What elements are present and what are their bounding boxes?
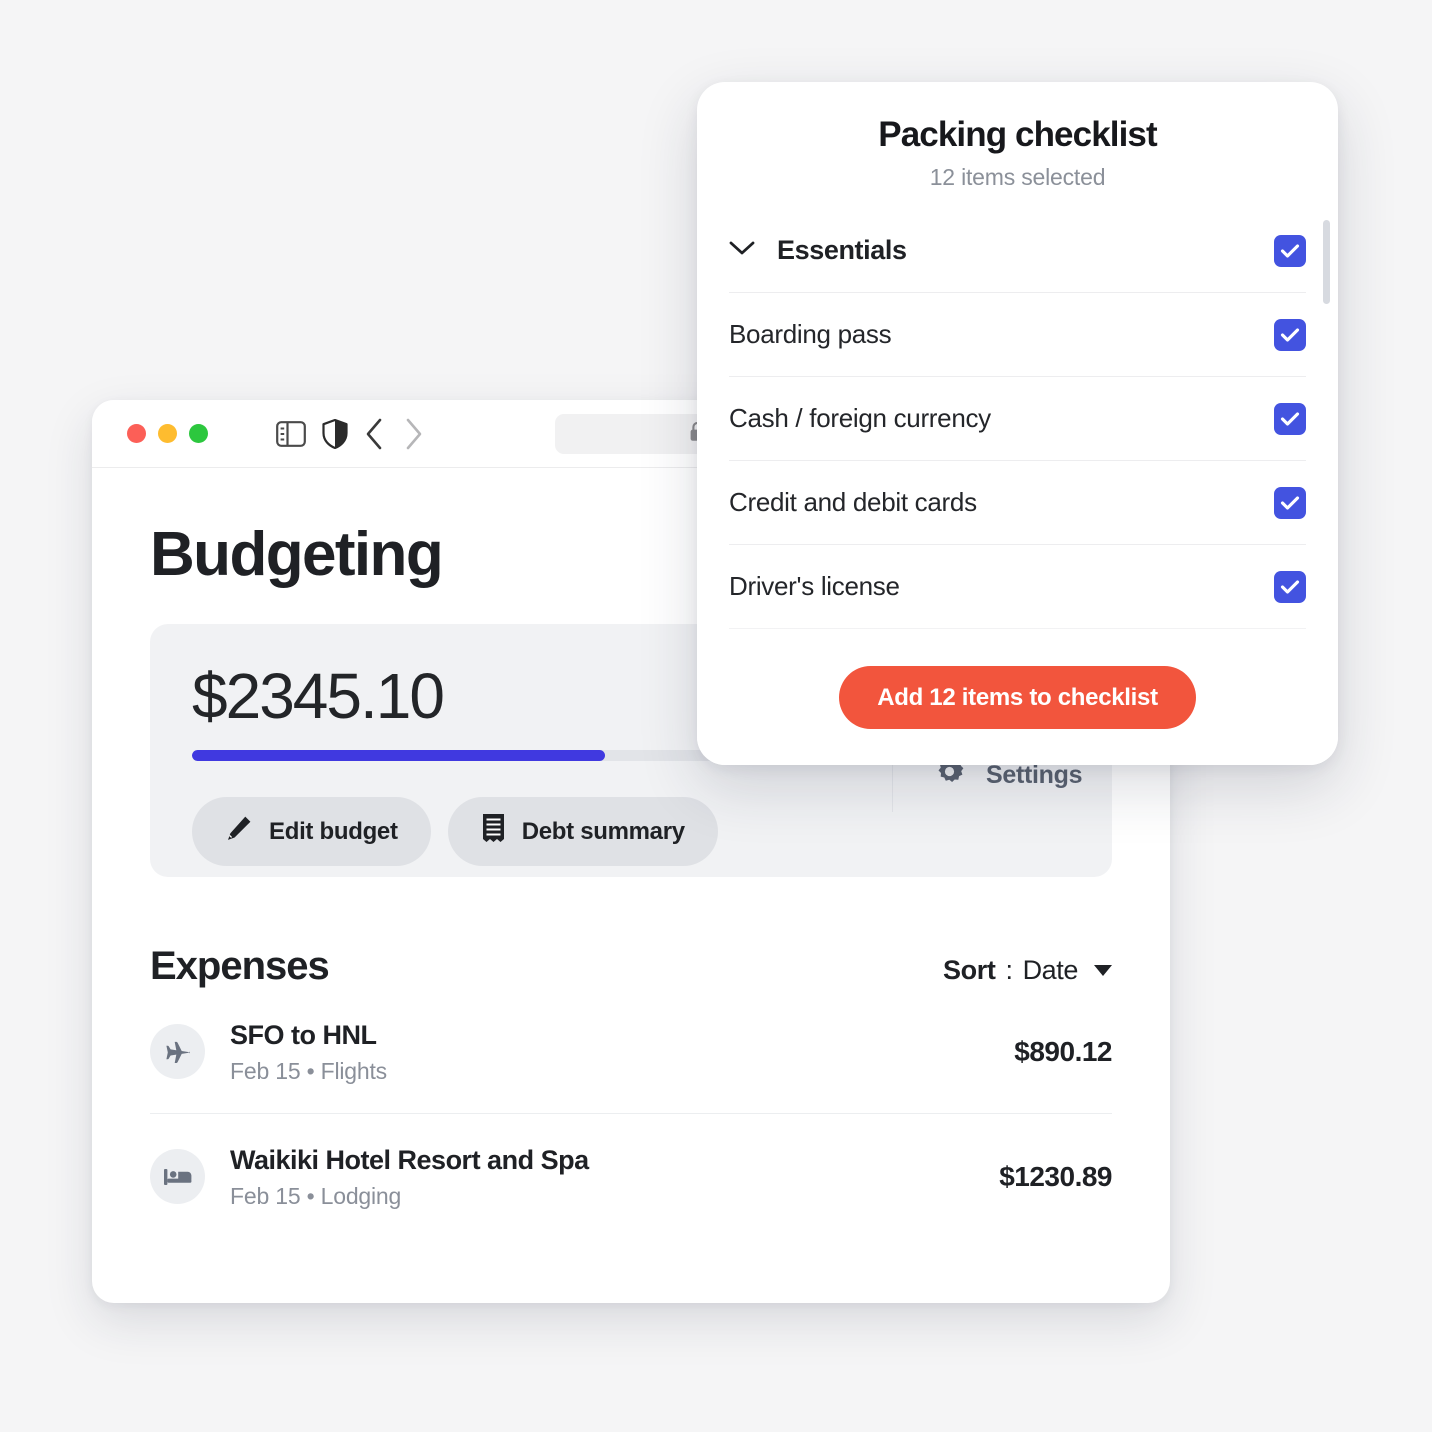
expense-name: SFO to HNL <box>230 1020 377 1050</box>
checklist-item-label: Cash / foreign currency <box>729 403 991 433</box>
checklist-item-label: Credit and debit cards <box>729 487 977 517</box>
bed-icon <box>150 1149 205 1205</box>
shield-icon[interactable] <box>322 418 348 449</box>
add-items-to-checklist-button[interactable]: Add 12 items to checklist <box>839 666 1196 729</box>
table-row[interactable]: SFO to HNL Feb 15 • Flights $890.12 <box>150 989 1112 1115</box>
modal-scrollbar[interactable] <box>1323 220 1330 760</box>
list-item[interactable]: Boarding pass <box>729 293 1306 377</box>
minimize-window-button[interactable] <box>158 424 177 443</box>
list-item[interactable]: Credit and debit cards <box>729 461 1306 545</box>
expense-name: Waikiki Hotel Resort and Spa <box>230 1145 589 1176</box>
expenses-list: SFO to HNL Feb 15 • Flights $890.12 Waik… <box>150 989 1112 1238</box>
budget-progress-fill <box>192 750 605 761</box>
receipt-icon <box>481 813 506 850</box>
checklist-group-left: Essentials <box>729 235 907 266</box>
table-row[interactable]: Waikiki Hotel Resort and Spa Feb 15 • Lo… <box>150 1114 1112 1238</box>
checklist-group-label: Essentials <box>777 235 907 265</box>
modal-title: Packing checklist <box>878 115 1157 154</box>
traffic-lights <box>127 424 208 443</box>
screen: wanderlog.co Budgeting $2345.10 Budget: <box>0 0 1432 1432</box>
expense-meta: Feb 15 • Lodging <box>230 1183 402 1210</box>
list-item[interactable]: Cash / foreign currency <box>729 377 1306 461</box>
back-arrow-icon[interactable] <box>364 417 386 451</box>
sort-label: Sort <box>943 955 996 985</box>
debt-summary-button[interactable]: Debt summary <box>447 797 718 866</box>
sort-dropdown[interactable]: Sort: Date <box>943 955 1112 986</box>
expense-amount: $1230.89 <box>999 1160 1112 1192</box>
checkbox-credit-and-debit-cards[interactable] <box>1274 486 1306 519</box>
chevron-down-icon[interactable] <box>729 240 755 261</box>
expense-details: SFO to HNL Feb 15 • Flights <box>230 1018 989 1085</box>
checklist-items-container: Essentials Boarding pass Cash / foreign <box>729 209 1306 664</box>
expenses-header: Expenses Sort: Date <box>150 944 1112 989</box>
expense-details: Waikiki Hotel Resort and Spa Feb 15 • Lo… <box>230 1143 974 1210</box>
checklist-item-label: Driver's license <box>729 571 900 601</box>
checkbox-cash-foreign-currency[interactable] <box>1274 402 1306 435</box>
airplane-icon <box>150 1024 205 1080</box>
chevron-down-icon <box>1094 965 1112 976</box>
pencil-icon <box>225 814 253 849</box>
modal-header: Packing checklist 12 items selected <box>697 82 1338 209</box>
checkbox-drivers-license[interactable] <box>1274 570 1306 603</box>
list-item[interactable]: Driver's license <box>729 545 1306 629</box>
sort-value: Date <box>1022 955 1079 985</box>
expenses-title: Expenses <box>150 944 330 988</box>
expense-amount: $890.12 <box>1014 1035 1112 1067</box>
edit-budget-label: Edit budget <box>269 817 398 845</box>
debt-summary-label: Debt summary <box>521 817 685 845</box>
zoom-window-button[interactable] <box>189 424 208 443</box>
sidebar-icon[interactable] <box>276 420 306 447</box>
checklist-item-label: Boarding pass <box>729 319 892 349</box>
toolbar-icons <box>276 417 424 451</box>
expense-meta: Feb 15 • Flights <box>230 1058 387 1085</box>
modal-scrollbar-thumb[interactable] <box>1323 220 1330 304</box>
checklist-group-essentials[interactable]: Essentials <box>729 209 1306 293</box>
edit-budget-button[interactable]: Edit budget <box>192 797 431 866</box>
close-window-button[interactable] <box>127 424 146 443</box>
packing-checklist-modal: Packing checklist 12 items selected Esse… <box>697 82 1338 765</box>
checkbox-boarding-pass[interactable] <box>1274 318 1306 351</box>
forward-arrow-icon[interactable] <box>402 417 424 451</box>
modal-subtitle: 12 items selected <box>929 164 1106 190</box>
checkbox-essentials[interactable] <box>1274 234 1306 267</box>
